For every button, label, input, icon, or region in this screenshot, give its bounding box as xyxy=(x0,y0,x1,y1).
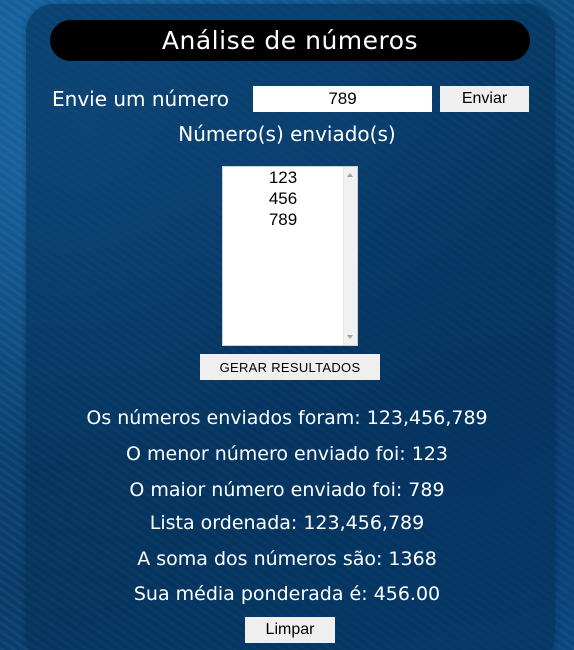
sent-numbers-heading: Número(s) enviado(s) xyxy=(178,122,396,146)
result-all-numbers: Os números enviados foram: 123,456,789 xyxy=(86,407,488,429)
scroll-down-icon[interactable] xyxy=(347,335,353,339)
result-smallest: O menor número enviado foi: 123 xyxy=(126,443,448,465)
page-title: Análise de números xyxy=(50,20,530,61)
send-button[interactable]: Enviar xyxy=(440,86,529,112)
list-item[interactable]: 456 xyxy=(223,188,343,209)
clear-button[interactable]: Limpar xyxy=(245,617,335,643)
result-sum: A soma dos números são: 1368 xyxy=(137,548,437,570)
sent-numbers-list[interactable]: 123 456 789 xyxy=(222,166,358,346)
result-largest: O maior número enviado foi: 789 xyxy=(129,479,445,501)
result-average: Sua média ponderada é: 456.00 xyxy=(133,583,441,605)
list-scrollbar[interactable] xyxy=(343,167,357,345)
number-input[interactable] xyxy=(253,86,432,112)
list-item[interactable]: 789 xyxy=(223,209,343,230)
sent-numbers-items: 123 456 789 xyxy=(223,167,343,230)
result-sorted-list: Lista ordenada: 123,456,789 xyxy=(149,512,425,534)
send-number-label: Envie um número xyxy=(52,87,230,111)
list-item[interactable]: 123 xyxy=(223,167,343,188)
scroll-up-icon[interactable] xyxy=(347,173,353,177)
generate-results-button[interactable]: GERAR RESULTADOS xyxy=(200,354,380,380)
